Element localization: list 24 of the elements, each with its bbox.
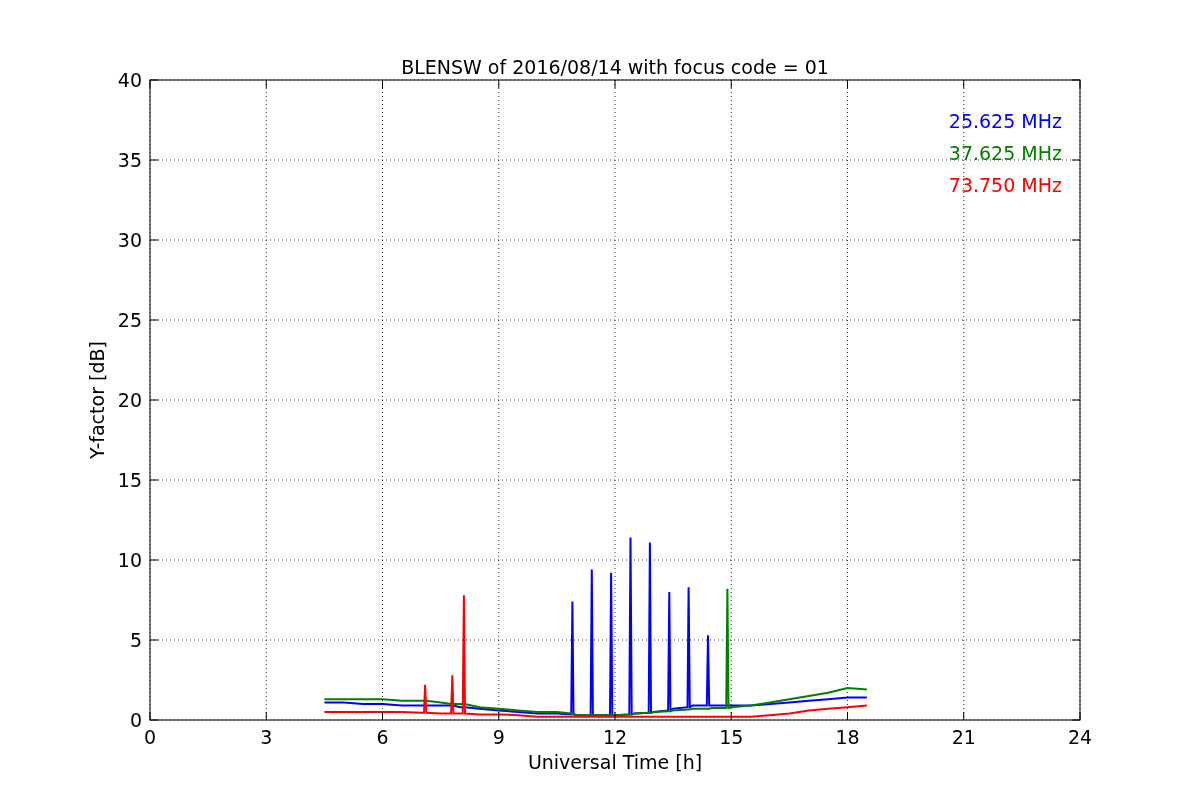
y-axis-label: Y-factor [dB] bbox=[86, 341, 108, 459]
y-tick-label: 30 bbox=[117, 229, 142, 251]
legend-label: 25.625 MHz bbox=[948, 110, 1062, 132]
x-tick-label: 0 bbox=[143, 726, 157, 748]
x-tick-label: 6 bbox=[376, 726, 389, 748]
y-tick-label: 15 bbox=[117, 469, 142, 491]
legend-label: 37.625 MHz bbox=[948, 142, 1062, 164]
x-tick-label: 3 bbox=[260, 726, 273, 748]
x-tick-label: 9 bbox=[492, 726, 505, 748]
x-tick-label: 18 bbox=[835, 726, 860, 748]
x-tick-label: 24 bbox=[1067, 726, 1093, 748]
y-tick-label: 10 bbox=[117, 549, 142, 571]
y-tick-label: 0 bbox=[129, 709, 142, 731]
x-tick-label: 12 bbox=[602, 726, 628, 748]
y-tick-label: 40 bbox=[117, 69, 142, 91]
legend-label: 73.750 MHz bbox=[948, 174, 1062, 196]
y-tick-label: 20 bbox=[117, 389, 142, 411]
x-tick-label: 15 bbox=[719, 726, 744, 748]
y-tick-label: 25 bbox=[117, 309, 142, 331]
x-tick-label: 21 bbox=[951, 726, 976, 748]
x-axis-label: Universal Time [h] bbox=[527, 751, 703, 773]
y-tick-label: 5 bbox=[129, 629, 142, 651]
y-tick-label: 35 bbox=[117, 149, 142, 171]
chart-title: BLENSW of 2016/08/14 with focus code = 01 bbox=[401, 56, 829, 78]
